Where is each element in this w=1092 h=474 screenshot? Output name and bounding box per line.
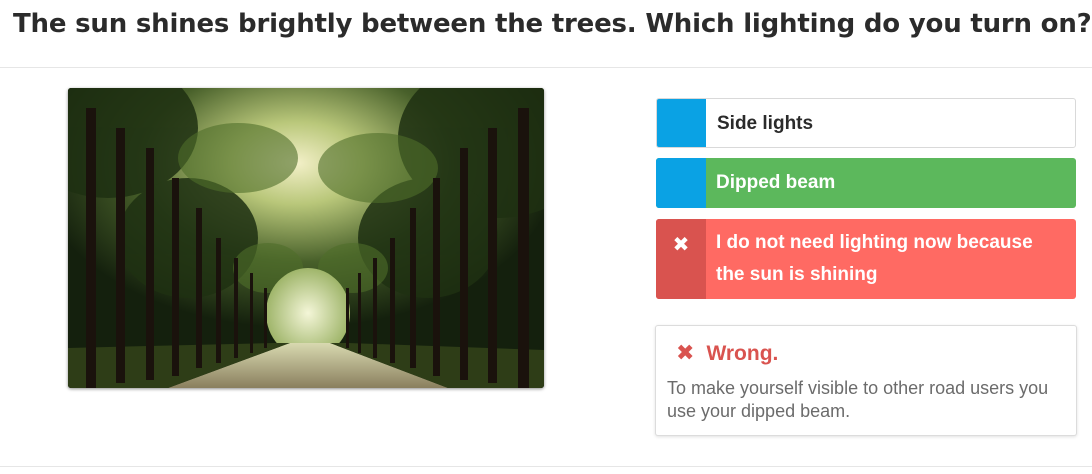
feedback-box: ✖ Wrong. To make yourself visible to oth… xyxy=(655,325,1077,436)
answer-label: Side lights xyxy=(717,113,814,134)
close-icon: ✖ xyxy=(672,232,690,256)
question-image xyxy=(68,88,544,388)
feedback-text: To make yourself visible to other road u… xyxy=(667,378,1049,421)
answer-label: Dipped beam xyxy=(716,172,836,193)
answer-marker xyxy=(656,158,706,208)
answer-option-side-lights[interactable]: Side lights xyxy=(656,98,1076,148)
divider xyxy=(0,466,1092,467)
feedback-header: ✖ Wrong. xyxy=(676,341,778,367)
answer-label: I do not need lighting now because the s… xyxy=(716,232,1033,285)
answer-option-dipped-beam[interactable]: Dipped beam xyxy=(656,158,1076,208)
answer-option-no-lighting[interactable]: ✖ I do not need lighting now because the… xyxy=(656,219,1076,299)
answer-marker xyxy=(657,99,706,147)
feedback-title: Wrong. xyxy=(706,342,779,365)
question-title: The sun shines brightly between the tree… xyxy=(13,9,1092,39)
divider xyxy=(0,67,1092,68)
answer-marker: ✖ xyxy=(656,219,706,299)
close-icon: ✖ xyxy=(676,341,695,366)
